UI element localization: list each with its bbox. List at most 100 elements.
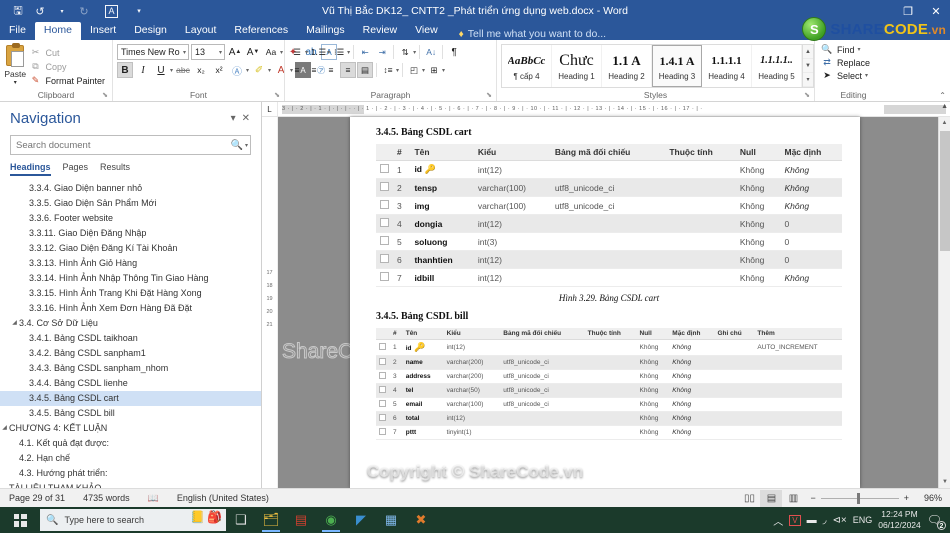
row-checkbox[interactable] — [379, 343, 386, 350]
read-mode-icon[interactable]: ▯▯ — [738, 490, 760, 507]
row-checkbox-cell[interactable] — [376, 369, 390, 384]
show-hide-marks-icon[interactable]: ¶ — [446, 44, 462, 60]
navigation-search-box[interactable]: 🔍 ▾ — [10, 135, 251, 155]
select-button[interactable]: ➤ Select ▾ — [819, 69, 870, 82]
numbering-chevron-down-icon[interactable]: ▾ — [327, 49, 330, 56]
nav-heading-item[interactable]: 3.4.2. Bảng CSDL sanpham1 — [0, 346, 261, 361]
row-checkbox[interactable] — [380, 182, 389, 191]
multilevel-chevron-down-icon[interactable]: ▾ — [347, 49, 350, 56]
print-layout-icon[interactable]: ▤ — [760, 489, 783, 507]
nav-tab-results[interactable]: Results — [100, 162, 130, 176]
zoom-slider[interactable] — [820, 492, 899, 504]
select-all-header[interactable] — [376, 328, 390, 340]
row-checkbox-cell[interactable] — [376, 355, 390, 370]
row-checkbox[interactable] — [379, 428, 386, 435]
change-case-icon[interactable]: Aa — [263, 44, 279, 60]
grow-font-icon[interactable]: A ▲ — [227, 44, 243, 60]
table-row[interactable]: 2 name varchar(200) utf8_unicode_ci Không Khô… — [376, 355, 842, 370]
table-row[interactable]: 5 email varchar(100) utf8_unicode_ci Không Kh… — [376, 397, 842, 412]
strikethrough-icon[interactable]: abc — [175, 62, 191, 78]
bullets-chevron-down-icon[interactable]: ▾ — [305, 49, 308, 56]
style-item-2[interactable]: 1.1 A Heading 2 — [602, 45, 652, 87]
distributed-icon[interactable]: ▤ — [357, 62, 373, 78]
table-row[interactable]: 7 pttt tinyint(1) Không Không — [376, 425, 842, 440]
chrome-icon[interactable]: ◉ — [316, 507, 346, 533]
text-effects-chevron-down-icon[interactable]: ▾ — [246, 67, 249, 74]
notifications-icon[interactable]: 🗨 2 — [927, 513, 946, 530]
row-checkbox[interactable] — [380, 218, 389, 227]
find-button[interactable]: 🔍 Find ▾ — [819, 43, 863, 56]
format-painter-button[interactable]: ✎ Format Painter — [26, 74, 108, 87]
tell-me-search[interactable]: ♦ Tell me what you want to do... — [447, 28, 606, 40]
row-checkbox-cell[interactable] — [376, 339, 390, 356]
italic-icon[interactable]: I — [135, 62, 151, 78]
table-row[interactable]: 4 dongia int(12) Không 0 — [376, 214, 842, 233]
page-indicator[interactable]: Page 29 of 31 — [0, 493, 74, 503]
copy-button[interactable]: ⧉ Copy — [26, 60, 108, 73]
nav-heading-item[interactable]: ◢ 3.4. Cơ Sở Dữ Liệu — [0, 316, 261, 331]
search-options-chevron-down-icon[interactable]: ▾ — [243, 142, 248, 149]
expand-triangle-icon[interactable]: ◢ — [0, 421, 9, 436]
table-row[interactable]: 6 thanhtien int(12) Không 0 — [376, 250, 842, 269]
nav-heading-item[interactable]: 3.3.4. Giao Diện banner nhỏ — [0, 181, 261, 196]
style-item-3[interactable]: 1.4.1 A Heading 3 — [652, 45, 702, 87]
tab-home[interactable]: Home — [34, 22, 81, 40]
row-checkbox[interactable] — [379, 372, 386, 379]
expand-triangle-icon[interactable]: ◢ — [10, 316, 19, 331]
highlight-color-icon[interactable]: ✐ — [251, 62, 267, 78]
styles-more-icon[interactable]: ▾ — [803, 73, 813, 87]
task-view-icon[interactable]: ❑ — [226, 507, 256, 533]
tab-references[interactable]: References — [225, 22, 297, 40]
row-checkbox-cell[interactable] — [376, 232, 393, 251]
select-chevron-down-icon[interactable]: ▾ — [865, 72, 868, 79]
change-case-chevron-down-icon[interactable]: ▾ — [280, 49, 283, 56]
nav-heading-item[interactable]: 3.3.11. Giao Diện Đăng Nhập — [0, 226, 261, 241]
sort-icon[interactable]: ⇅ — [397, 44, 413, 60]
tab-view[interactable]: View — [406, 22, 447, 40]
font-name-combo[interactable]: Times New Ro ▾ — [117, 44, 189, 60]
numbering-icon[interactable]: ⒈☰ — [309, 44, 327, 60]
row-checkbox[interactable] — [379, 358, 386, 365]
table-row[interactable]: 1 id 🔑 int(12) Không Không AUTO_INCREMENT — [376, 339, 842, 356]
start-button[interactable] — [0, 507, 40, 533]
table-row[interactable]: 5 soluong int(3) Không 0 — [376, 232, 842, 251]
zoom-slider-handle[interactable] — [856, 492, 860, 504]
row-checkbox[interactable] — [380, 164, 389, 173]
word-count[interactable]: 4735 words — [74, 493, 139, 503]
underline-icon[interactable]: U — [153, 62, 169, 78]
paste-button[interactable]: Paste ▾ — [4, 43, 26, 86]
table-row[interactable]: 4 tel varchar(50) utf8_unicode_ci Không Không — [376, 383, 842, 398]
row-checkbox-cell[interactable] — [376, 411, 390, 426]
justify-icon[interactable]: ≡ — [340, 62, 356, 78]
shrink-font-icon[interactable]: A ▼ — [245, 44, 261, 60]
collapse-ribbon-icon[interactable]: ⌃ — [939, 91, 946, 100]
nav-heading-item[interactable]: 3.4.5. Bảng CSDL cart — [0, 391, 261, 406]
file-explorer-icon[interactable]: 🗂 — [256, 507, 286, 533]
zoom-in-button[interactable]: + — [904, 493, 909, 503]
cut-button[interactable]: ✂ Cut — [26, 46, 108, 59]
align-right-icon[interactable]: ≡ — [323, 62, 339, 78]
nav-heading-item[interactable]: ◢ CHƯƠNG 4: KẾT LUẬN — [0, 421, 261, 436]
zoom-level[interactable]: 96% — [914, 493, 942, 503]
paste-dropdown-icon[interactable]: ▾ — [14, 79, 17, 86]
highlight-chevron-down-icon[interactable]: ▾ — [268, 67, 271, 74]
select-all-header[interactable] — [376, 144, 393, 161]
document-vertical-scrollbar[interactable]: ▲ ▼ — [938, 117, 950, 488]
nav-heading-item[interactable]: 3.3.14. Hình Ảnh Nhập Thông Tin Giao Hàn… — [0, 271, 261, 286]
nav-heading-item[interactable]: 3.3.12. Giao Diện Đăng Kí Tài Khoản — [0, 241, 261, 256]
scrollbar-thumb[interactable] — [940, 131, 950, 251]
align-center-icon[interactable]: ≡ — [306, 62, 322, 78]
battery-icon[interactable]: ▬ — [807, 515, 817, 526]
style-item-1[interactable]: Chưc Heading 1 — [552, 45, 602, 87]
style-item-5[interactable]: 1.1.1.1.. Heading 5 — [752, 45, 802, 87]
customize-qat-icon[interactable]: ▾ — [129, 2, 149, 20]
superscript-icon[interactable]: x² — [211, 62, 227, 78]
table-row[interactable]: 3 address varchar(200) utf8_unicode_ci Không… — [376, 369, 842, 384]
paragraph-dialog-launcher-icon[interactable]: ⬊ — [486, 90, 492, 101]
find-chevron-down-icon[interactable]: ▾ — [858, 46, 861, 53]
nav-heading-item[interactable]: 3.4.4. Bảng CSDL lienhe — [0, 376, 261, 391]
autosave-a-icon[interactable]: A — [105, 4, 118, 18]
styles-gallery-scroll[interactable]: ▲ ▼ ▾ — [802, 45, 813, 87]
language-indicator[interactable]: English (United States) — [168, 493, 278, 503]
shading-icon[interactable]: ◰ — [406, 62, 422, 78]
